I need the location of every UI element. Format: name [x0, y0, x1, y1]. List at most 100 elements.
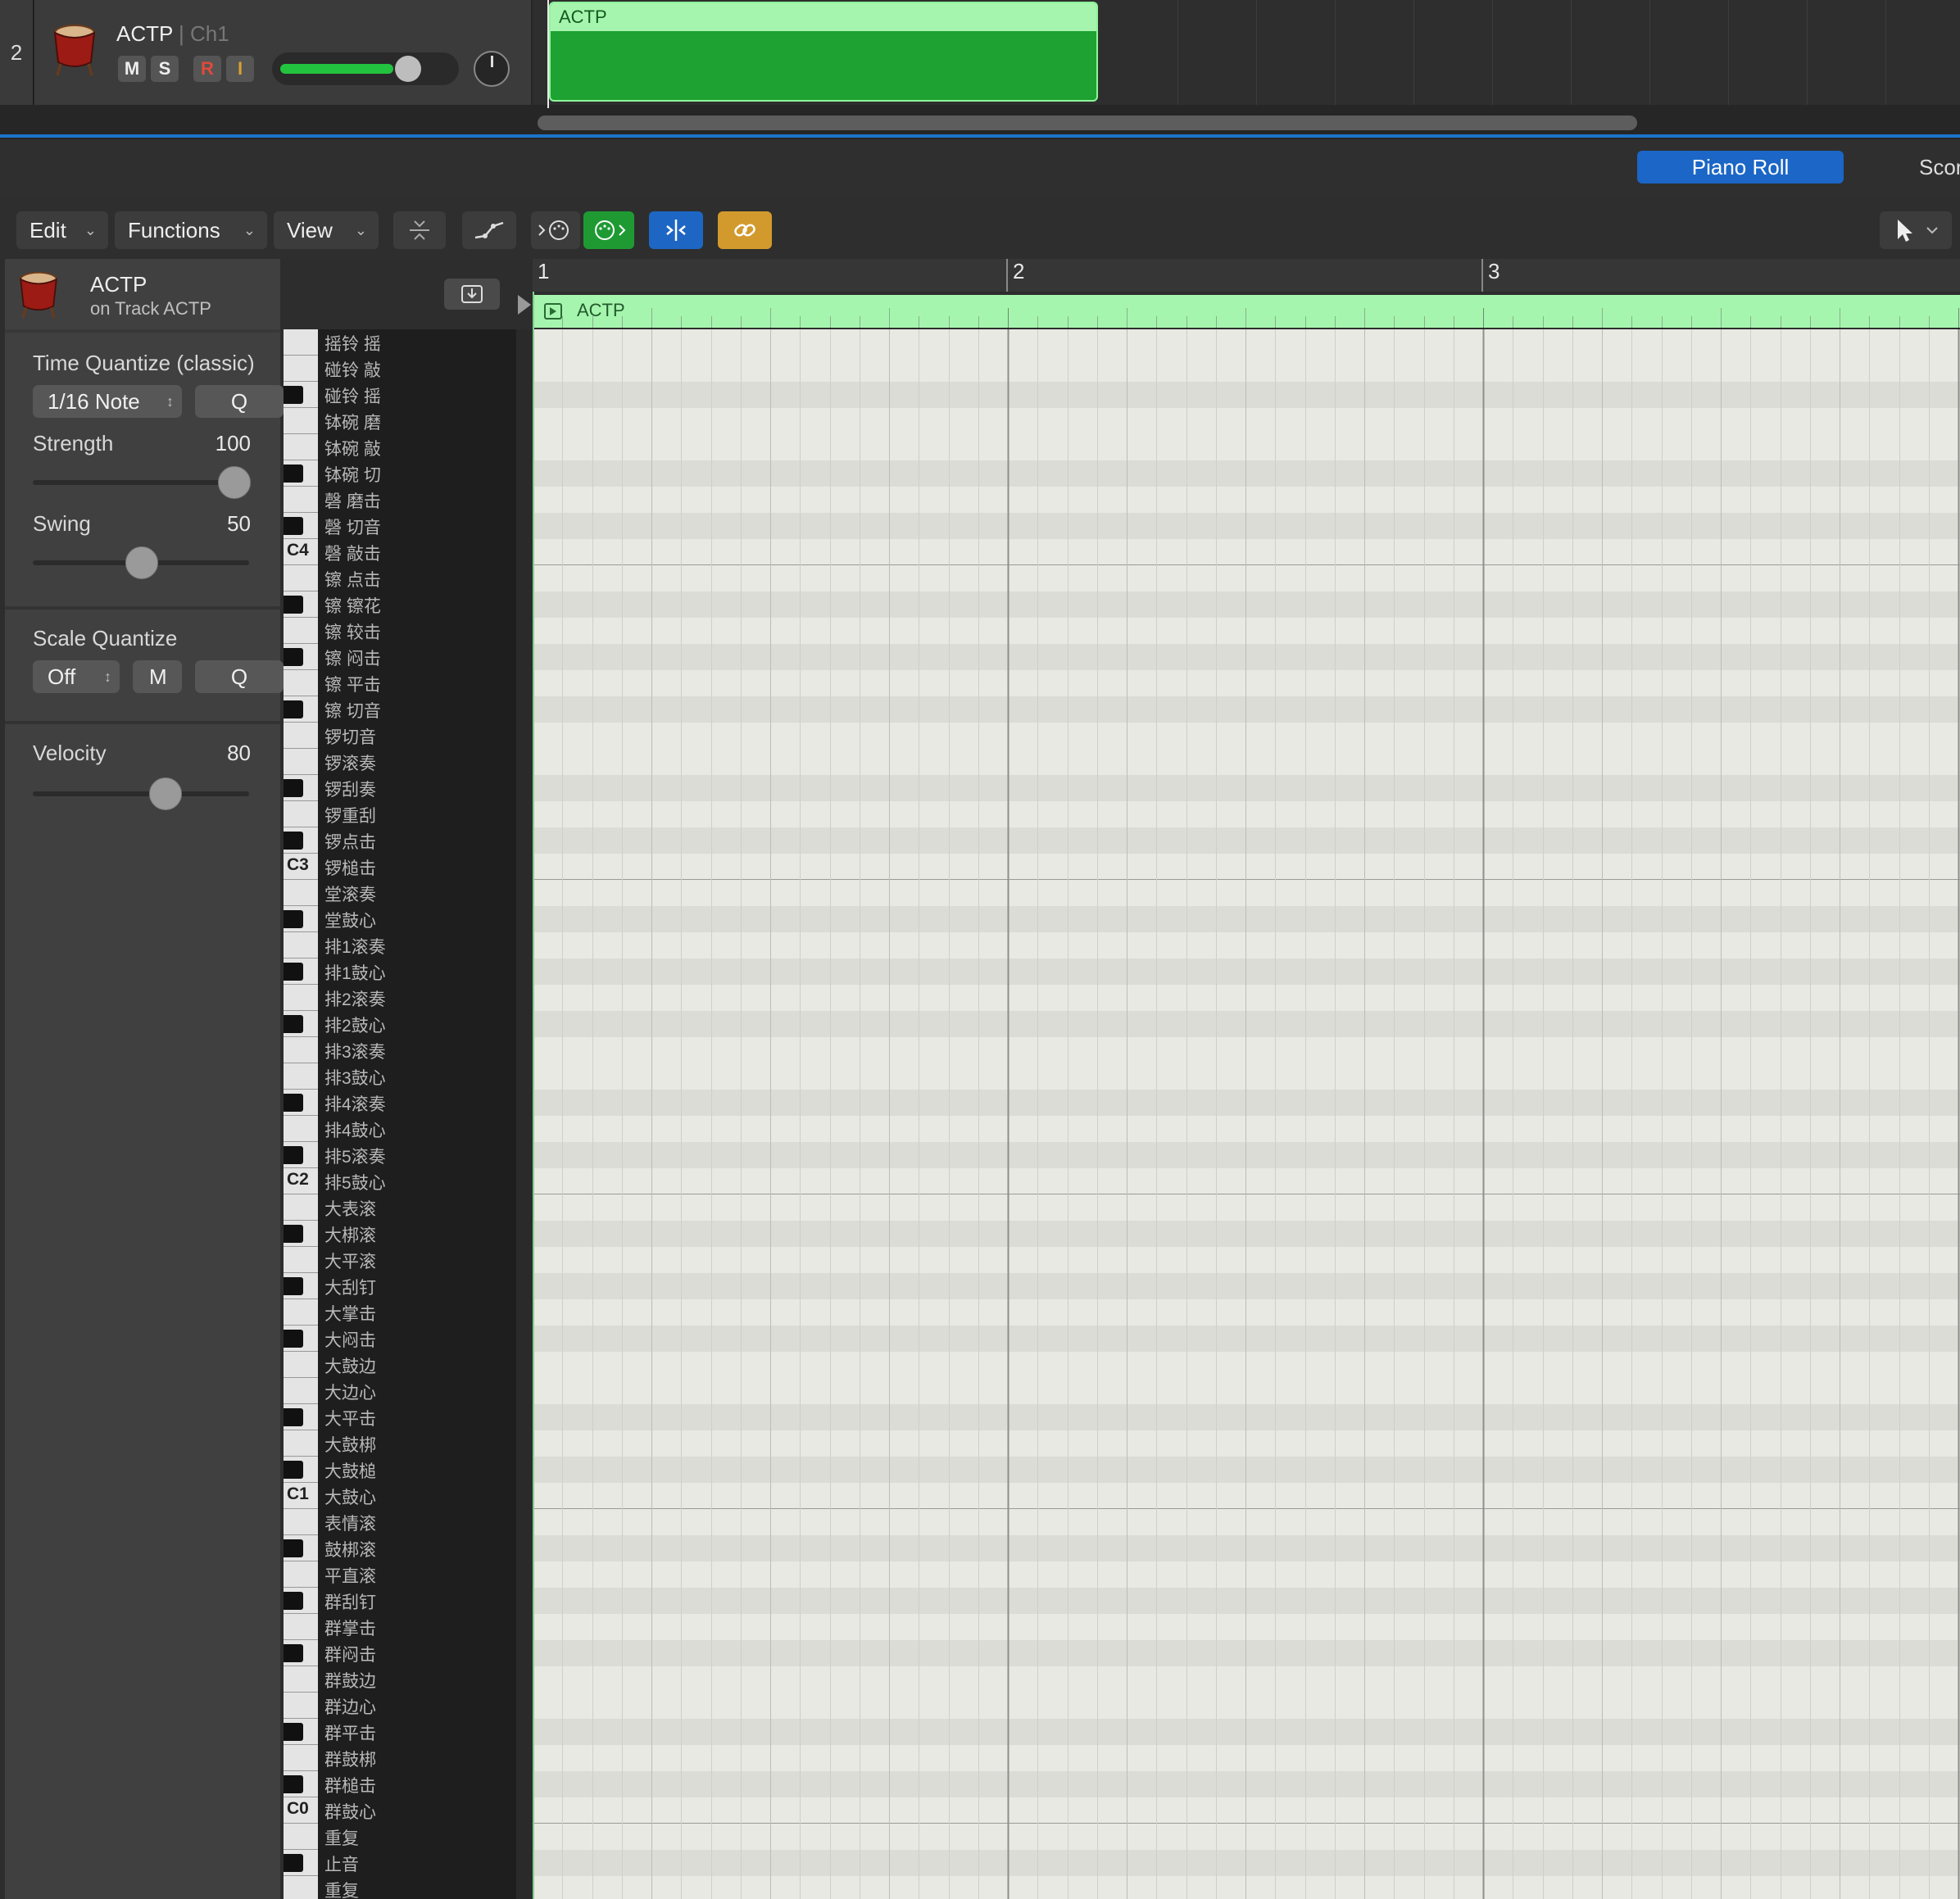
white-key[interactable] [284, 1116, 318, 1142]
piano-key-row[interactable]: 锣重刮 [284, 801, 516, 827]
white-key[interactable] [284, 487, 318, 513]
white-key[interactable] [284, 932, 318, 959]
piano-key-row[interactable]: 平直滚 [284, 1561, 516, 1588]
white-key[interactable] [284, 801, 318, 827]
white-key[interactable] [284, 1614, 318, 1640]
piano-key-row[interactable]: 大平滚 [284, 1247, 516, 1273]
piano-key-row[interactable]: 排5滚奏 [284, 1142, 516, 1168]
white-key[interactable] [284, 1247, 318, 1273]
black-key[interactable] [284, 779, 303, 797]
piano-key-row[interactable]: 钵碗 切 [284, 460, 516, 487]
black-key[interactable] [284, 517, 303, 535]
piano-key-row[interactable]: 大鼓槌 [284, 1457, 516, 1483]
edit-menu[interactable]: Edit ⌄ [16, 211, 108, 249]
functions-menu[interactable]: Functions ⌄ [115, 211, 267, 249]
white-key[interactable] [284, 408, 318, 434]
mute-button[interactable]: M [118, 56, 146, 82]
white-key[interactable] [284, 1378, 318, 1404]
black-key[interactable] [284, 1723, 303, 1741]
white-key[interactable] [284, 749, 318, 775]
white-key[interactable] [284, 1693, 318, 1719]
piano-key-row[interactable]: 群平击 [284, 1719, 516, 1745]
white-key[interactable] [284, 618, 318, 644]
black-key[interactable] [284, 1775, 303, 1793]
piano-key-row[interactable]: 磬 磨击 [284, 487, 516, 513]
volume-knob[interactable] [395, 56, 421, 82]
region-lane[interactable]: ACTP [533, 295, 1960, 328]
strength-slider[interactable] [33, 480, 249, 485]
piano-key-row[interactable]: 止音 [284, 1850, 516, 1876]
white-key[interactable] [284, 985, 318, 1011]
piano-key-row[interactable]: C0 群鼓心 [284, 1797, 516, 1824]
piano-key-row[interactable]: 镲 闷击 [284, 644, 516, 670]
piano-key-row[interactable]: 钵碗 敲 [284, 434, 516, 460]
white-key[interactable] [284, 565, 318, 591]
black-key[interactable] [284, 700, 303, 718]
piano-key-row[interactable]: 大鼓梆 [284, 1430, 516, 1457]
black-key[interactable] [284, 1277, 303, 1295]
piano-key-row[interactable]: 摇铃 摇 [284, 329, 516, 356]
solo-button[interactable]: S [151, 56, 179, 82]
black-key[interactable] [284, 1225, 303, 1243]
pan-knob[interactable] [474, 51, 510, 87]
black-key[interactable] [284, 648, 303, 666]
piano-key-row[interactable]: 排1滚奏 [284, 932, 516, 959]
piano-key-row[interactable]: 镲 较击 [284, 618, 516, 644]
white-key[interactable] [284, 880, 318, 906]
piano-key-row[interactable]: 表情滚 [284, 1509, 516, 1535]
inspector-toggle-button[interactable] [444, 279, 500, 310]
black-key[interactable] [284, 1854, 303, 1872]
black-key[interactable] [284, 1015, 303, 1033]
piano-key-row[interactable]: 大掌击 [284, 1299, 516, 1326]
piano-key-row[interactable]: 排4鼓心 [284, 1116, 516, 1142]
black-key[interactable] [284, 1461, 303, 1479]
collapse-button[interactable] [393, 211, 446, 249]
piano-key-row[interactable]: 排4滚奏 [284, 1090, 516, 1116]
piano-key-row[interactable]: 排3滚奏 [284, 1037, 516, 1063]
midi-in-button[interactable] [531, 211, 580, 249]
piano-key-row[interactable]: 镲 切音 [284, 696, 516, 723]
white-key[interactable] [284, 1509, 318, 1535]
piano-key-row[interactable]: 重复 [284, 1876, 516, 1899]
quantize-q-button[interactable]: Q [195, 385, 284, 418]
piano-keyboard[interactable]: 摇铃 摇碰铃 敲碰铃 摇钵碗 磨钵碗 敲钵碗 切磬 磨击磬 切音 C4 磬 敲击镲 … [284, 329, 516, 1899]
piano-key-row[interactable]: 镲 点击 [284, 565, 516, 591]
piano-key-row[interactable]: 群槌击 [284, 1771, 516, 1797]
piano-key-row[interactable]: 碰铃 摇 [284, 382, 516, 408]
quantize-value-select[interactable]: 1/16 Note ↕ [33, 385, 182, 418]
track-header[interactable]: ACTP | Ch1 M S R I [34, 0, 531, 105]
piano-key-row[interactable]: 群刮钉 [284, 1588, 516, 1614]
piano-key-row[interactable]: C4 磬 敲击 [284, 539, 516, 565]
catch-playhead-button[interactable] [649, 211, 703, 249]
piano-key-row[interactable]: 锣刮奏 [284, 775, 516, 801]
input-monitor-button[interactable]: I [226, 56, 254, 82]
black-key[interactable] [284, 386, 303, 404]
black-key[interactable] [284, 910, 303, 928]
scale-quantize-select[interactable]: Off ↕ [33, 660, 120, 693]
midi-out-button[interactable] [583, 211, 634, 249]
black-key[interactable] [284, 596, 303, 614]
white-key[interactable] [284, 1876, 318, 1899]
velocity-slider-knob[interactable] [149, 777, 183, 810]
view-menu[interactable]: View ⌄ [274, 211, 379, 249]
white-key[interactable] [284, 1561, 318, 1588]
piano-key-row[interactable]: 锣切音 [284, 723, 516, 749]
piano-key-row[interactable]: C2 排5鼓心 [284, 1168, 516, 1194]
scale-q-button[interactable]: Q [195, 660, 284, 693]
piano-key-row[interactable]: 大梆滚 [284, 1221, 516, 1247]
track-name[interactable]: ACTP [116, 21, 173, 47]
pointer-tool-menu[interactable] [1880, 211, 1952, 249]
piano-key-row[interactable]: 钵碗 磨 [284, 408, 516, 434]
white-key[interactable] [284, 670, 318, 696]
piano-key-row[interactable]: 群闷击 [284, 1640, 516, 1666]
white-key[interactable] [284, 1299, 318, 1326]
piano-key-row[interactable]: 大平击 [284, 1404, 516, 1430]
piano-key-row[interactable]: 镲 镲花 [284, 591, 516, 618]
record-button[interactable]: R [193, 56, 221, 82]
piano-key-row[interactable]: 大刮钉 [284, 1273, 516, 1299]
piano-key-row[interactable]: 锣点击 [284, 827, 516, 854]
black-key[interactable] [284, 1644, 303, 1662]
white-key[interactable] [284, 329, 318, 356]
piano-key-row[interactable]: 镲 平击 [284, 670, 516, 696]
automation-button[interactable] [462, 211, 516, 249]
